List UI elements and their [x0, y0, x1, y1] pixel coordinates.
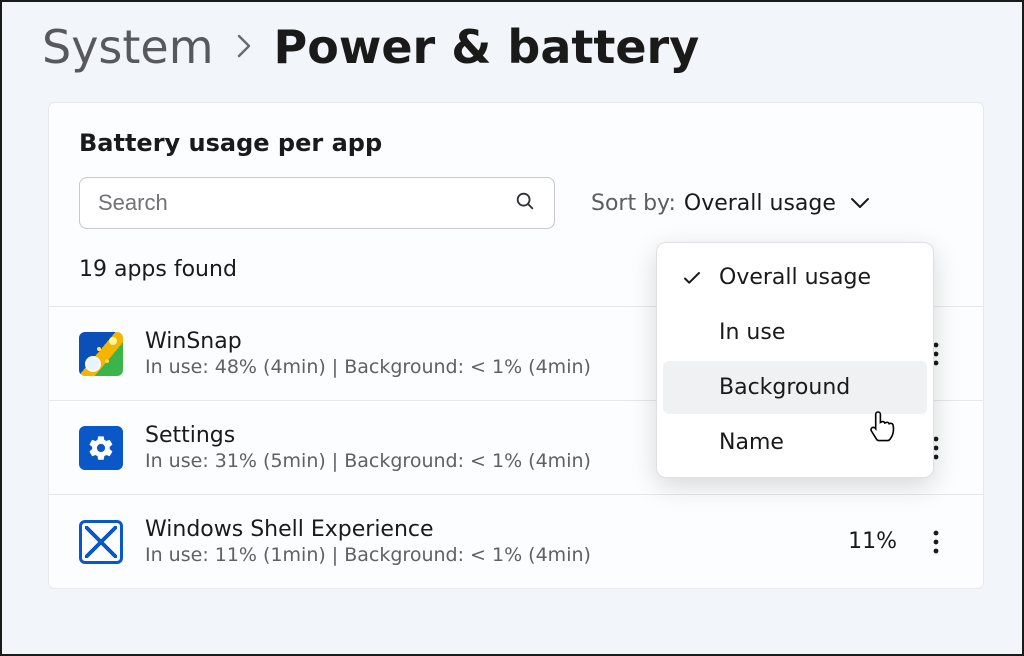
- sort-label: Sort by:: [591, 191, 676, 216]
- sort-option-label: Overall usage: [719, 265, 871, 290]
- sort-option-background[interactable]: Background: [663, 361, 927, 414]
- section-title: Battery usage per app: [49, 103, 983, 177]
- breadcrumb: System Power & battery: [2, 2, 1022, 74]
- search-input[interactable]: [98, 190, 514, 216]
- app-icon: [79, 520, 123, 564]
- breadcrumb-parent[interactable]: System: [42, 20, 214, 74]
- app-detail: In use: 11% (1min) | Background: < 1% (4…: [145, 544, 785, 566]
- sort-by-dropdown[interactable]: Sort by: Overall usage: [591, 191, 870, 216]
- more-options-button[interactable]: [919, 529, 953, 555]
- page-title: Power & battery: [274, 20, 700, 74]
- chevron-down-icon: [850, 191, 870, 216]
- sort-option-label: Background: [719, 375, 850, 400]
- app-icon: [79, 426, 123, 470]
- sort-value: Overall usage: [684, 191, 836, 216]
- app-row-wse[interactable]: Windows Shell Experience In use: 11% (1m…: [49, 494, 983, 588]
- check-icon: [681, 270, 703, 286]
- sort-option-name[interactable]: Name: [663, 416, 927, 469]
- sort-option-overall-usage[interactable]: Overall usage: [663, 251, 927, 304]
- chevron-right-icon: [236, 28, 252, 68]
- sort-menu: Overall usage In use Background Name: [656, 242, 934, 478]
- app-icon: [79, 332, 123, 376]
- app-name: Windows Shell Experience: [145, 517, 785, 542]
- search-icon: [514, 190, 536, 216]
- sort-option-label: In use: [719, 320, 785, 345]
- search-input-container[interactable]: [79, 177, 555, 229]
- sort-option-label: Name: [719, 430, 784, 455]
- app-percent: 11%: [807, 529, 897, 554]
- sort-option-in-use[interactable]: In use: [663, 306, 927, 359]
